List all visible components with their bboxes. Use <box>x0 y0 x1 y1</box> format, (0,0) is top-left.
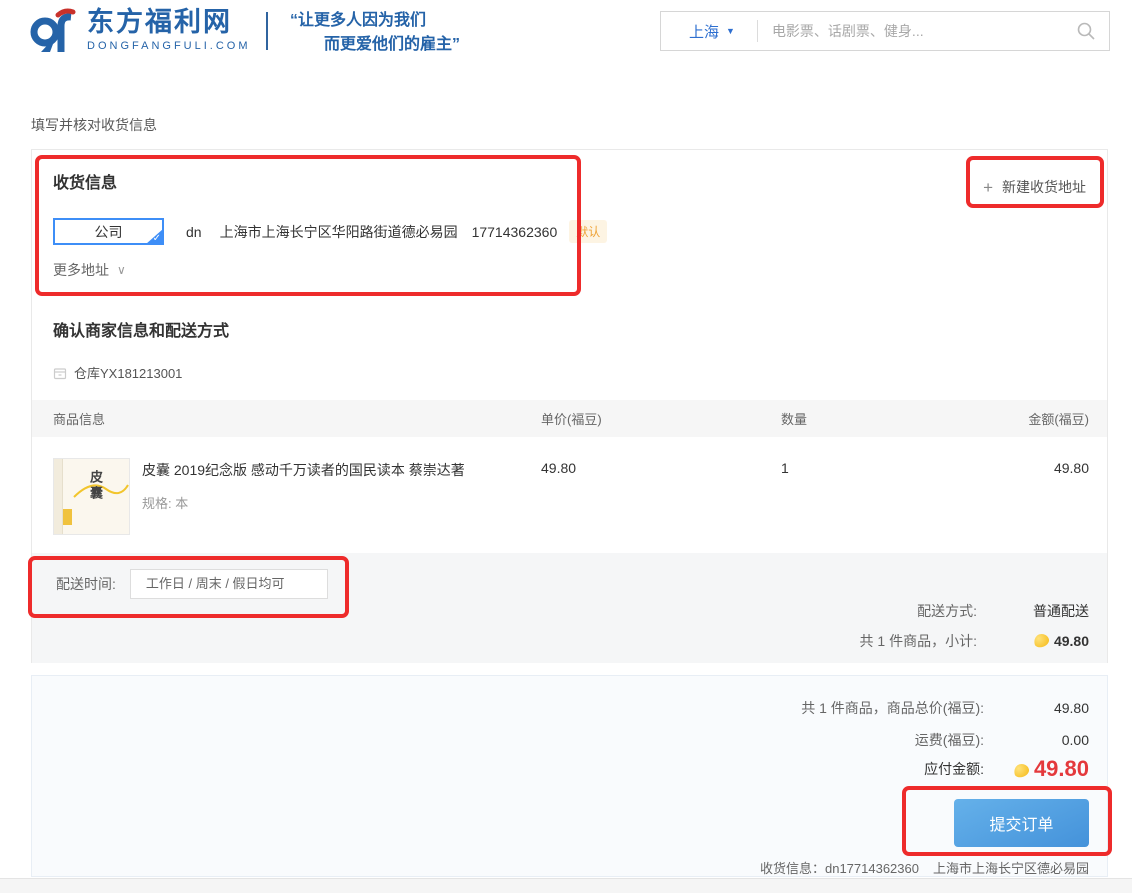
check-icon: ✓ <box>153 234 161 244</box>
receiver-address: 上海市上海长宁区华阳路街道德必易园 <box>220 222 458 242</box>
address-type-label: 公司 <box>95 222 123 242</box>
col-amount: 金额(福豆) <box>941 409 1089 428</box>
total-value: 49.80 <box>984 700 1089 716</box>
more-addresses-toggle[interactable]: 更多地址 ∨ <box>53 260 126 280</box>
address-row: 公司 ✓ dn 上海市上海长宁区华阳路街道德必易园 17714362360 默认 <box>53 218 607 245</box>
brand-name: 东方福利网 <box>87 8 251 36</box>
delivery-time-row: 配送时间: 工作日 / 周末 / 假日均可 <box>56 569 328 599</box>
receiver-summary-contact: dn17714362360 <box>825 861 919 876</box>
new-address-label: 新建收货地址 <box>1002 177 1086 197</box>
shop-icon <box>53 366 67 380</box>
delivery-method-row: 配送方式: 普通配送 <box>917 601 1089 621</box>
shipping-value: 0.00 <box>984 732 1089 748</box>
checkout-page: 东方福利网 DONGFANGFULI.COM “让更多人因为我们 而更爱他们的雇… <box>0 0 1132 893</box>
receiver-name: dn <box>186 224 202 240</box>
warehouse-row: 仓库YX181213001 <box>53 363 182 382</box>
receiver-summary-address: 上海市上海长宁区德必易园 <box>933 861 1089 876</box>
receiver-phone: 17714362360 <box>472 224 558 240</box>
product-title[interactable]: 皮囊 2019纪念版 感动千万读者的国民读本 蔡崇达著 <box>142 460 465 480</box>
delivery-time-label: 配送时间: <box>56 574 116 594</box>
default-badge: 默认 <box>569 220 607 243</box>
search-divider <box>757 20 758 42</box>
search-icon[interactable] <box>1076 21 1096 41</box>
merchant-section-title: 确认商家信息和配送方式 <box>53 317 229 341</box>
address-section-title: 收货信息 <box>53 169 117 193</box>
search-input[interactable] <box>772 23 1076 39</box>
product-amount: 49.80 <box>941 458 1089 476</box>
chevron-down-icon: ∨ <box>117 263 126 277</box>
col-unit-price: 单价(福豆) <box>541 409 781 428</box>
payable-label: 应付金额: <box>924 759 984 779</box>
submit-order-button[interactable]: 提交订单 <box>954 799 1089 847</box>
total-label: 共 1 件商品，商品总价(福豆): <box>801 698 984 718</box>
order-card: 收货信息 + 新建收货地址 公司 ✓ dn 上海市上海长宁区华阳路街道德必易园 … <box>31 149 1108 663</box>
page-footer-strip <box>0 878 1132 893</box>
new-address-button[interactable]: + 新建收货地址 <box>983 177 1086 197</box>
receiver-summary-label: 收货信息： <box>760 861 825 876</box>
summary-panel: 共 1 件商品，商品总价(福豆): 49.80 运费(福豆): 0.00 应付金… <box>31 675 1108 877</box>
product-unit-price: 49.80 <box>541 458 781 476</box>
header-divider <box>266 12 268 50</box>
shipping-row: 运费(福豆): 0.00 <box>915 730 1089 750</box>
col-product: 商品信息 <box>53 409 541 428</box>
table-header: 商品信息 单价(福豆) 数量 金额(福豆) <box>32 400 1107 437</box>
city-selector[interactable]: 上海 ▼ <box>689 21 735 42</box>
city-label: 上海 <box>689 21 719 42</box>
product-quantity: 1 <box>781 458 941 476</box>
product-image: 皮囊 <box>53 458 130 535</box>
cover-title: 皮囊 <box>86 470 105 502</box>
bean-icon <box>1013 762 1031 778</box>
delivery-time-option[interactable]: 工作日 / 周末 / 假日均可 <box>130 569 328 599</box>
product-spec: 规格: 本 <box>142 493 465 512</box>
subtotal-label: 共 1 件商品，小计: <box>860 631 977 651</box>
payable-value: 49.80 <box>1034 756 1089 781</box>
logo: 东方福利网 DONGFANGFULI.COM <box>28 8 251 55</box>
logo-icon <box>28 8 78 55</box>
search-bar: 上海 ▼ <box>660 11 1110 51</box>
plus-icon: + <box>983 179 993 196</box>
subtotal-row: 共 1 件商品，小计: 49.80 <box>860 631 1089 651</box>
delivery-method-value: 普通配送 <box>977 601 1089 621</box>
col-quantity: 数量 <box>781 409 941 428</box>
chevron-down-icon: ▼ <box>726 27 735 36</box>
brand-domain: DONGFANGFULI.COM <box>87 40 251 52</box>
product-info: 皮囊 皮囊 2019纪念版 感动千万读者的国民读本 蔡崇达著 规格: 本 <box>53 458 541 535</box>
site-header: 东方福利网 DONGFANGFULI.COM “让更多人因为我们 而更爱他们的雇… <box>0 0 1132 62</box>
payable-row: 应付金额: 49.80 <box>924 756 1089 782</box>
more-addresses-label: 更多地址 <box>53 260 109 280</box>
bean-icon <box>1033 632 1051 648</box>
address-type-tag[interactable]: 公司 ✓ <box>53 218 164 245</box>
slogan-line2: 而更爱他们的雇主” <box>290 33 460 57</box>
delivery-method-label: 配送方式: <box>917 601 977 621</box>
slogan-line1: “让更多人因为我们 <box>290 9 460 33</box>
subtotal-value: 49.80 <box>1054 633 1089 649</box>
brand-slogan: “让更多人因为我们 而更爱他们的雇主” <box>290 9 460 57</box>
table-row: 皮囊 皮囊 2019纪念版 感动千万读者的国民读本 蔡崇达著 规格: 本 49.… <box>32 437 1107 535</box>
delivery-summary-strip: 配送时间: 工作日 / 周末 / 假日均可 配送方式: 普通配送 共 1 件商品… <box>32 553 1107 663</box>
page-title: 填写并核对收货信息 <box>31 115 157 135</box>
shipping-label: 运费(福豆): <box>915 730 984 750</box>
total-row: 共 1 件商品，商品总价(福豆): 49.80 <box>801 698 1089 718</box>
warehouse-label: 仓库YX181213001 <box>74 363 182 382</box>
receiver-summary: 收货信息：dn17714362360 上海市上海长宁区德必易园 <box>760 858 1089 877</box>
